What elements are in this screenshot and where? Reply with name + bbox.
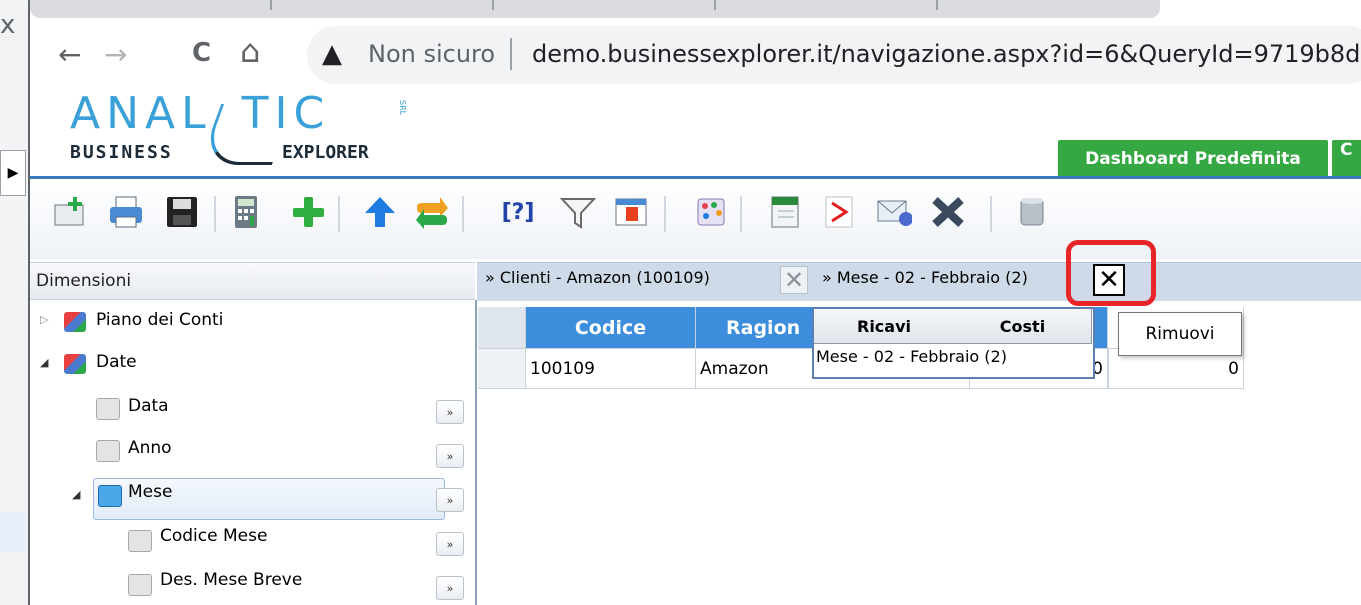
- toolbar-separator: [740, 196, 742, 232]
- tab-separator: [936, 0, 938, 10]
- side-arrow-icon[interactable]: ▶: [0, 150, 26, 196]
- filter-icon[interactable]: [560, 194, 596, 230]
- tab-separator: [270, 0, 272, 10]
- swap-icon[interactable]: [414, 194, 450, 230]
- drag-header-ricavi[interactable]: Ricavi: [814, 309, 955, 344]
- new-report-icon[interactable]: [52, 194, 88, 230]
- expand-button-codice-mese[interactable]: »: [436, 532, 464, 556]
- database-icon[interactable]: [1014, 194, 1050, 230]
- filter-chip-clienti: » Clienti - Amazon (100109): [485, 268, 710, 287]
- attribute-cube-icon: [128, 530, 152, 552]
- highlight-box: [1066, 240, 1156, 306]
- excel-icon[interactable]: [768, 194, 804, 230]
- expand-button-data[interactable]: »: [436, 400, 464, 424]
- attribute-cube-icon: [96, 398, 120, 420]
- url-text[interactable]: demo.businessexplorer.it/navigazione.asp…: [532, 40, 1361, 68]
- home-icon[interactable]: ⌂: [240, 32, 260, 70]
- side-selection: [0, 512, 26, 552]
- expanded-arrow-icon[interactable]: ◢: [40, 356, 48, 369]
- dimension-cube-icon: [64, 312, 86, 332]
- security-text[interactable]: Non sicuro: [368, 40, 495, 68]
- drag-popup: Ricavi Costi Mese - 02 - Febbraio (2): [812, 307, 1095, 379]
- grid-row-selector[interactable]: [478, 349, 526, 389]
- logo-business: BUSINESS: [70, 142, 173, 163]
- toolbar-separator: [338, 196, 340, 232]
- drag-header-costi[interactable]: Costi: [954, 309, 1092, 344]
- attribute-cube-icon: [128, 574, 152, 596]
- expanded-arrow-icon[interactable]: ◢: [72, 488, 80, 501]
- remove-filter-clienti-icon[interactable]: ✕: [780, 266, 808, 294]
- filter-chip-mese: » Mese - 02 - Febbraio (2): [822, 268, 1028, 287]
- expand-button-des-mese-breve[interactable]: »: [436, 576, 464, 600]
- reload-icon[interactable]: C: [192, 38, 211, 68]
- tree-item-codice-mese[interactable]: Codice Mese: [160, 526, 267, 546]
- toolbar-separator: [664, 196, 666, 232]
- cell-codice: 100109: [526, 349, 696, 389]
- arrow-up-icon[interactable]: [362, 194, 398, 230]
- pdf-icon[interactable]: [822, 194, 858, 230]
- close-icon[interactable]: x: [0, 10, 15, 40]
- warning-icon[interactable]: ▲: [322, 39, 342, 69]
- attribute-cube-icon: [98, 485, 122, 507]
- email-icon[interactable]: [876, 194, 912, 230]
- drag-item-mese: Mese - 02 - Febbraio (2): [816, 347, 1007, 366]
- tree-item-des-mese-breve[interactable]: Des. Mese Breve: [160, 570, 302, 590]
- grid-header-codice[interactable]: Codice: [526, 307, 696, 349]
- logo-srl: SRL: [398, 100, 407, 116]
- tree-item-date[interactable]: Date: [96, 352, 137, 372]
- tree-item-data[interactable]: Data: [128, 396, 169, 416]
- back-icon[interactable]: ←: [58, 38, 81, 71]
- chart-settings-icon[interactable]: [614, 194, 650, 230]
- grid-header-ragione[interactable]: Ragion: [696, 307, 816, 349]
- print-icon[interactable]: [108, 194, 144, 230]
- tab-next[interactable]: C: [1330, 138, 1361, 176]
- tooltip-rimuovi: Rimuovi: [1118, 312, 1242, 356]
- add-icon[interactable]: [290, 194, 326, 230]
- palette-icon[interactable]: [694, 194, 730, 230]
- tree-item-piano-dei-conti[interactable]: Piano dei Conti: [96, 310, 223, 330]
- calculator-icon[interactable]: [228, 194, 264, 230]
- toolbar-separator: [462, 196, 464, 232]
- delete-icon[interactable]: [930, 194, 966, 230]
- tab-separator: [492, 0, 494, 10]
- save-icon[interactable]: [164, 194, 200, 230]
- tree-item-mese[interactable]: Mese: [128, 482, 172, 502]
- tab-dashboard-predefinita[interactable]: Dashboard Predefinita: [1056, 138, 1330, 178]
- browser-tabstrip: [30, 0, 1160, 18]
- tab-separator: [714, 0, 716, 10]
- logo-analytic: ANAL TIC: [70, 88, 331, 139]
- dimension-cube-icon: [64, 354, 86, 374]
- dimensions-header: Dimensioni: [30, 262, 475, 300]
- toolbar-separator: [214, 196, 216, 232]
- expand-button-anno[interactable]: »: [436, 444, 464, 468]
- grid-corner: [478, 307, 526, 349]
- omnibox-divider: [510, 38, 512, 70]
- tree-item-anno[interactable]: Anno: [128, 438, 172, 458]
- forward-icon[interactable]: →: [104, 38, 127, 71]
- logo-explorer: EXPLORER: [282, 142, 369, 163]
- query-help-icon[interactable]: [?]: [500, 194, 536, 230]
- toolbar-separator: [990, 196, 992, 232]
- expand-button-mese[interactable]: »: [436, 488, 464, 512]
- collapsed-arrow-icon[interactable]: ▷: [40, 313, 48, 326]
- attribute-cube-icon: [96, 440, 120, 462]
